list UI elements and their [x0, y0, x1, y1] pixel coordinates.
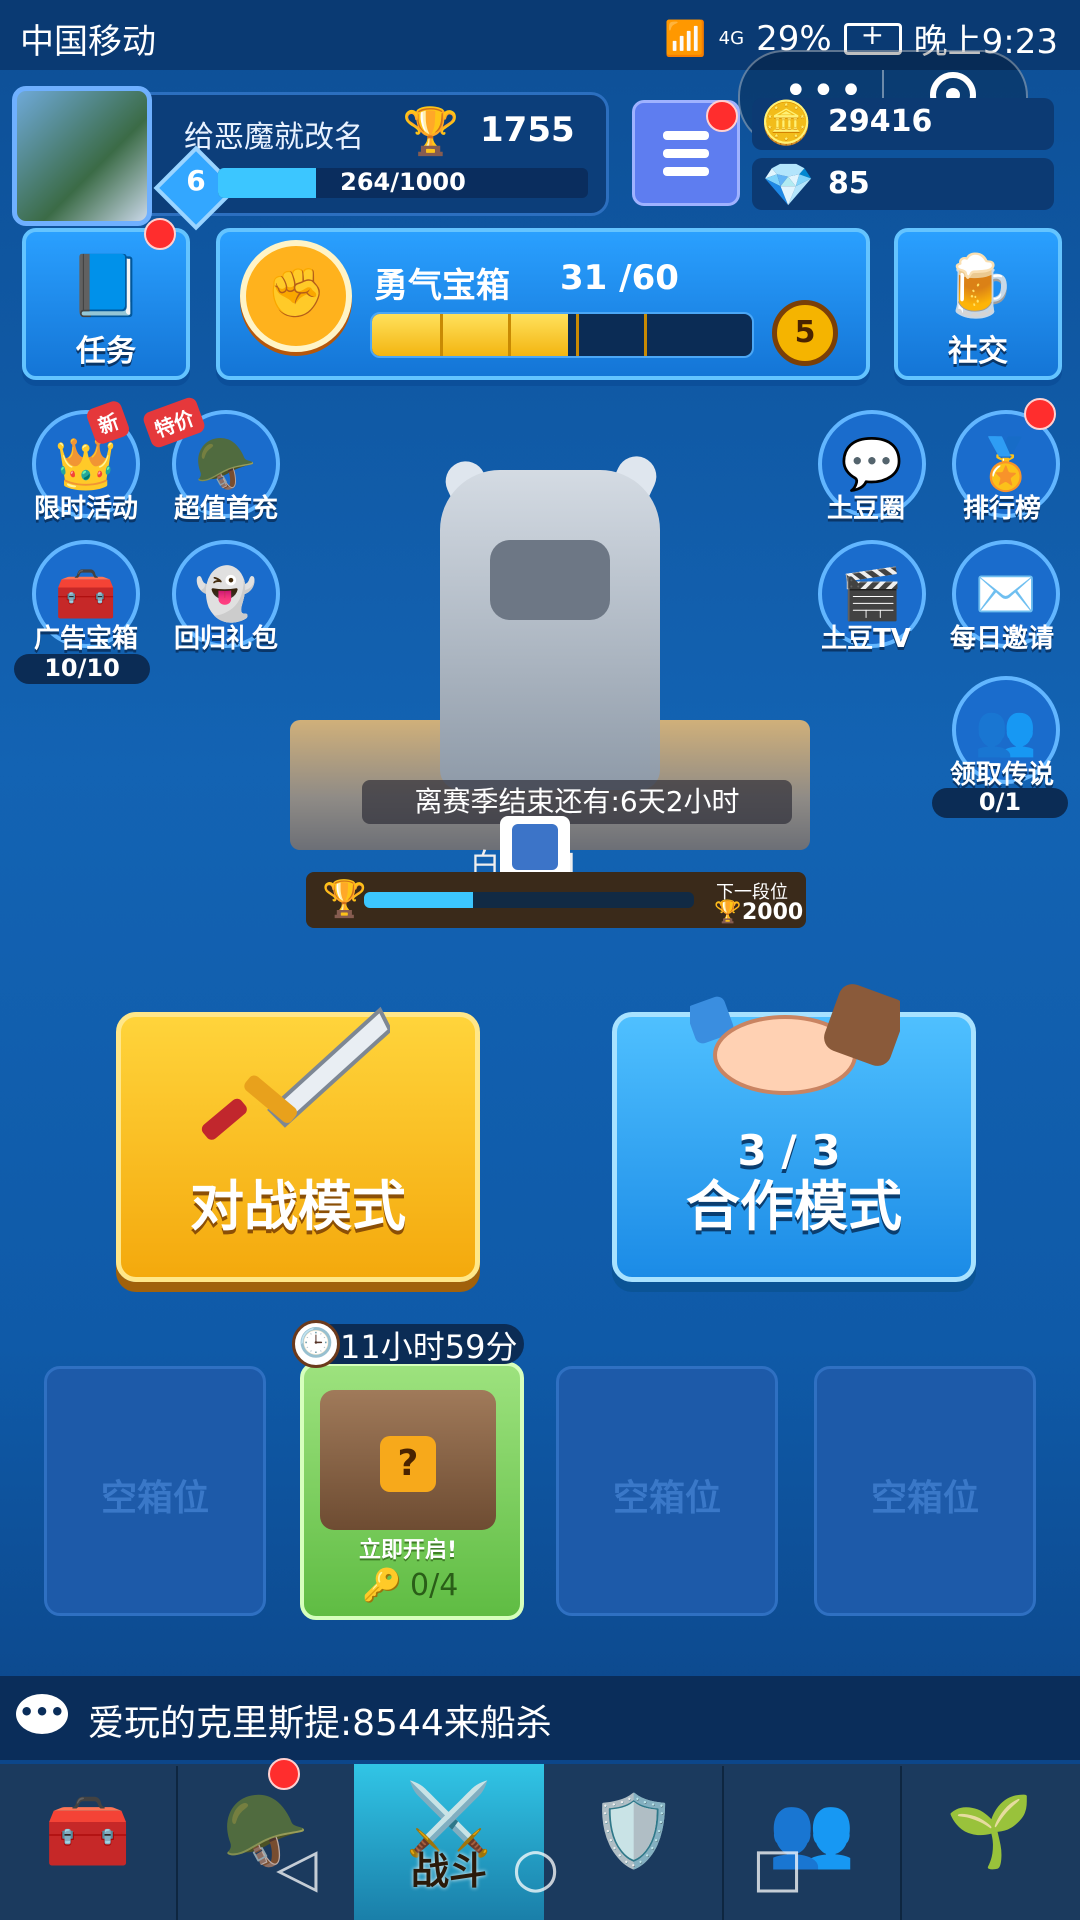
ad-chest-count: 10/10: [14, 654, 150, 684]
sword-icon: [201, 1006, 390, 1140]
nav-shop-icon[interactable]: 🧰: [0, 1766, 178, 1920]
gem-icon: 💎: [762, 160, 815, 209]
signal-label: 4G: [718, 28, 745, 49]
coin-count: 29416: [828, 104, 933, 139]
empty-chest-slot[interactable]: 空箱位: [814, 1366, 1036, 1616]
empty-slot-label: 空箱位: [100, 1478, 209, 1519]
key-count: 0/4: [410, 1568, 459, 1603]
home-icon[interactable]: ○: [512, 1836, 559, 1899]
progress-segment: [508, 314, 511, 356]
key-icon: 🔑: [362, 1566, 402, 1604]
progress-segment: [440, 314, 443, 356]
notification-dot: [268, 1758, 300, 1790]
chat-bubble-icon: •••: [16, 1694, 68, 1734]
menu-line: [663, 167, 709, 176]
task-button[interactable]: 📘 任务: [22, 228, 190, 380]
daily-invite-label: 每日邀请: [949, 624, 1054, 654]
chest-count: 31 /60: [560, 258, 679, 298]
social-button[interactable]: 🍺 社交: [894, 228, 1062, 380]
limited-event-label: 限时活动: [33, 494, 138, 524]
xp-text: 264/1000: [340, 168, 466, 196]
coin-icon: 🪙: [760, 98, 813, 147]
task-book-icon: 📘: [68, 251, 144, 321]
trophy-count: 1755: [480, 110, 575, 150]
open-now-label: 立即开启!: [358, 1538, 458, 1563]
chest-progress-fill: [372, 314, 569, 356]
social-label: 社交: [948, 334, 1008, 369]
empty-slot-label: 空箱位: [870, 1478, 979, 1519]
notification-dot: [1024, 398, 1056, 430]
empty-slot-label: 空箱位: [612, 1478, 721, 1519]
trophy-icon: 🏆: [402, 104, 460, 158]
fist-emblem-icon: ✊: [240, 240, 352, 352]
chest-badge: 5: [772, 300, 838, 366]
nav-hero-icon[interactable]: 🪖: [178, 1766, 356, 1920]
chest-lock-icon: ?: [380, 1436, 436, 1492]
chest-timer: 11小时59分: [340, 1328, 518, 1366]
empty-chest-slot[interactable]: 空箱位: [556, 1366, 778, 1616]
menu-line: [663, 131, 709, 140]
avatar[interactable]: [12, 86, 152, 226]
progress-segment: [644, 314, 647, 356]
nav-clan-icon[interactable]: 🛡️: [546, 1766, 724, 1920]
rank-progress-bar: [364, 892, 694, 908]
claim-legend-count: 0/1: [932, 788, 1068, 818]
trophy-icon: 🏆: [714, 900, 742, 925]
recent-apps-icon[interactable]: □: [752, 1836, 803, 1899]
beer-mug-icon: 🍺: [940, 251, 1016, 321]
return-gift-label: 回归礼包: [173, 624, 278, 654]
notification-dot: [144, 218, 176, 250]
menu-line: [663, 149, 709, 158]
claim-legend-label: 领取传说: [949, 760, 1054, 790]
back-icon[interactable]: ◁: [276, 1836, 318, 1899]
chat-message: 爱玩的克里斯提:8544来船杀: [88, 1703, 552, 1744]
battle-mode-label: 对战模式: [190, 1175, 406, 1238]
ad-chest-label: 广告宝箱: [33, 624, 138, 654]
notification-dot: [706, 100, 738, 132]
season-countdown: 离赛季结束还有:6天2小时: [362, 780, 792, 824]
progress-segment: [576, 314, 579, 356]
trophy-icon: 🏆: [322, 879, 367, 920]
handshake-icon: [690, 984, 900, 1095]
rock-chest-icon: ?: [320, 1390, 496, 1530]
nav-farm-icon[interactable]: 🌱: [902, 1766, 1078, 1920]
fist-icon: ✊: [266, 265, 326, 321]
player-name: 给恶魔就改名: [184, 120, 364, 155]
next-rank-value: 2000: [742, 900, 804, 925]
coop-count: 3 / 3: [737, 1126, 841, 1175]
chest-progress-bar: [370, 312, 754, 358]
task-label: 任务: [76, 334, 136, 369]
leaderboard-label: 排行榜: [962, 494, 1041, 524]
chest-title: 勇气宝箱: [374, 266, 510, 306]
wifi-icon: 📶: [664, 18, 707, 59]
nav-friends-icon[interactable]: 👥: [724, 1766, 902, 1920]
helmet-visor: [490, 540, 610, 620]
clock-icon: 🕒: [292, 1320, 340, 1368]
gem-count: 85: [828, 166, 870, 201]
chest-icon: [512, 824, 558, 870]
knight-statue: [440, 470, 660, 790]
empty-chest-slot[interactable]: 空箱位: [44, 1366, 266, 1616]
first-recharge-label: 超值首充: [173, 494, 278, 524]
carrier-label: 中国移动: [20, 22, 156, 62]
rank-progress-fill: [364, 892, 473, 908]
level-value: 6: [186, 164, 206, 197]
